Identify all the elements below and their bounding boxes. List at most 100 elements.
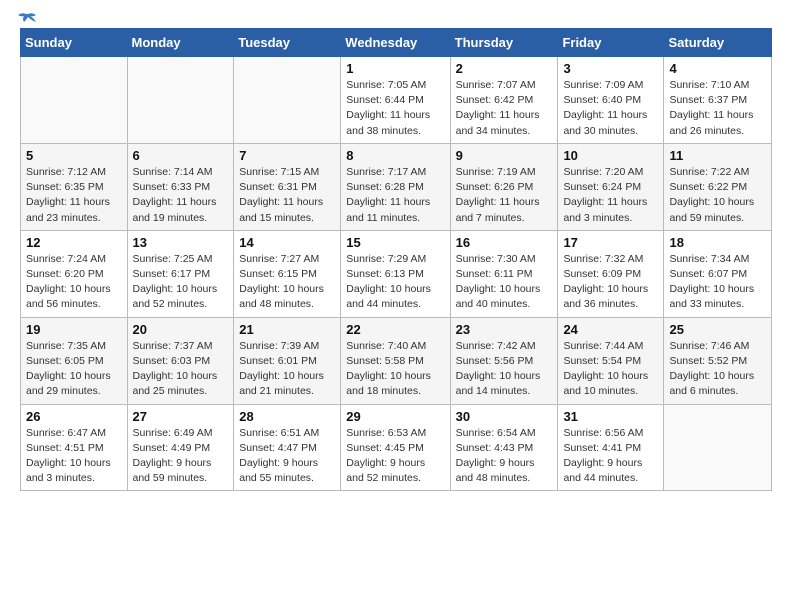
day-info: Sunrise: 7:30 AM Sunset: 6:11 PM Dayligh…	[456, 252, 553, 313]
day-cell: 28 Sunrise: 6:51 AM Sunset: 4:47 PM Dayli…	[234, 404, 341, 491]
calendar-table: SundayMondayTuesdayWednesdayThursdayFrid…	[20, 28, 772, 491]
day-number: 8	[346, 148, 444, 163]
day-cell: 25 Sunrise: 7:46 AM Sunset: 5:52 PM Dayli…	[664, 317, 772, 404]
day-cell: 10 Sunrise: 7:20 AM Sunset: 6:24 PM Dayli…	[558, 143, 664, 230]
day-cell: 4 Sunrise: 7:10 AM Sunset: 6:37 PM Daylig…	[664, 57, 772, 144]
day-info: Sunrise: 7:27 AM Sunset: 6:15 PM Dayligh…	[239, 252, 335, 313]
day-number: 1	[346, 61, 444, 76]
day-cell: 24 Sunrise: 7:44 AM Sunset: 5:54 PM Dayli…	[558, 317, 664, 404]
day-number: 26	[26, 409, 122, 424]
day-number: 24	[563, 322, 658, 337]
day-cell: 3Sunrise: 7:09 AM Sunset: 6:40 PM Daylig…	[558, 57, 664, 144]
day-info: Sunrise: 6:51 AM Sunset: 4:47 PM Dayligh…	[239, 426, 335, 487]
day-cell: 18 Sunrise: 7:34 AM Sunset: 6:07 PM Dayli…	[664, 230, 772, 317]
day-cell: 6Sunrise: 7:14 AM Sunset: 6:33 PM Daylig…	[127, 143, 234, 230]
day-number: 20	[133, 322, 229, 337]
day-number: 11	[669, 148, 766, 163]
day-cell	[127, 57, 234, 144]
day-number: 21	[239, 322, 335, 337]
week-row-1: 1 Sunrise: 7:05 AM Sunset: 6:44 PM Daylig…	[21, 57, 772, 144]
day-cell: 20 Sunrise: 7:37 AM Sunset: 6:03 PM Dayli…	[127, 317, 234, 404]
day-number: 23	[456, 322, 553, 337]
calendar-header: SundayMondayTuesdayWednesdayThursdayFrid…	[21, 29, 772, 57]
day-info: Sunrise: 6:53 AM Sunset: 4:45 PM Dayligh…	[346, 426, 444, 487]
weekday-header-thursday: Thursday	[450, 29, 558, 57]
day-number: 9	[456, 148, 553, 163]
day-number: 5	[26, 148, 122, 163]
weekday-header-tuesday: Tuesday	[234, 29, 341, 57]
day-cell: 2 Sunrise: 7:07 AM Sunset: 6:42 PM Daylig…	[450, 57, 558, 144]
day-info: Sunrise: 7:37 AM Sunset: 6:03 PM Dayligh…	[133, 339, 229, 400]
day-info: Sunrise: 7:12 AM Sunset: 6:35 PM Dayligh…	[26, 165, 122, 226]
header	[20, 18, 772, 20]
day-number: 19	[26, 322, 122, 337]
weekday-header-friday: Friday	[558, 29, 664, 57]
day-cell: 30 Sunrise: 6:54 AM Sunset: 4:43 PM Dayli…	[450, 404, 558, 491]
day-cell	[234, 57, 341, 144]
day-cell: 1 Sunrise: 7:05 AM Sunset: 6:44 PM Daylig…	[341, 57, 450, 144]
day-info: Sunrise: 7:15 AM Sunset: 6:31 PM Dayligh…	[239, 165, 335, 226]
day-cell: 23 Sunrise: 7:42 AM Sunset: 5:56 PM Dayli…	[450, 317, 558, 404]
day-info: Sunrise: 7:20 AM Sunset: 6:24 PM Dayligh…	[563, 165, 658, 226]
day-info: Sunrise: 7:46 AM Sunset: 5:52 PM Dayligh…	[669, 339, 766, 400]
day-cell: 9 Sunrise: 7:19 AM Sunset: 6:26 PM Daylig…	[450, 143, 558, 230]
day-number: 4	[669, 61, 766, 76]
day-number: 25	[669, 322, 766, 337]
day-info: Sunrise: 7:22 AM Sunset: 6:22 PM Dayligh…	[669, 165, 766, 226]
day-cell: 27 Sunrise: 6:49 AM Sunset: 4:49 PM Dayli…	[127, 404, 234, 491]
day-number: 15	[346, 235, 444, 250]
day-cell: 31Sunrise: 6:56 AM Sunset: 4:41 PM Dayli…	[558, 404, 664, 491]
day-info: Sunrise: 7:17 AM Sunset: 6:28 PM Dayligh…	[346, 165, 444, 226]
day-info: Sunrise: 7:42 AM Sunset: 5:56 PM Dayligh…	[456, 339, 553, 400]
logo-bird-icon	[16, 12, 38, 30]
day-cell: 26Sunrise: 6:47 AM Sunset: 4:51 PM Dayli…	[21, 404, 128, 491]
day-cell: 13Sunrise: 7:25 AM Sunset: 6:17 PM Dayli…	[127, 230, 234, 317]
week-row-4: 19 Sunrise: 7:35 AM Sunset: 6:05 PM Dayli…	[21, 317, 772, 404]
day-number: 22	[346, 322, 444, 337]
day-info: Sunrise: 7:09 AM Sunset: 6:40 PM Dayligh…	[563, 78, 658, 139]
weekday-header-saturday: Saturday	[664, 29, 772, 57]
weekday-header-monday: Monday	[127, 29, 234, 57]
day-cell: 14 Sunrise: 7:27 AM Sunset: 6:15 PM Dayli…	[234, 230, 341, 317]
page: SundayMondayTuesdayWednesdayThursdayFrid…	[0, 0, 792, 501]
day-cell: 11 Sunrise: 7:22 AM Sunset: 6:22 PM Dayli…	[664, 143, 772, 230]
day-number: 16	[456, 235, 553, 250]
day-info: Sunrise: 7:40 AM Sunset: 5:58 PM Dayligh…	[346, 339, 444, 400]
day-cell: 16 Sunrise: 7:30 AM Sunset: 6:11 PM Dayli…	[450, 230, 558, 317]
week-row-5: 26Sunrise: 6:47 AM Sunset: 4:51 PM Dayli…	[21, 404, 772, 491]
calendar-body: 1 Sunrise: 7:05 AM Sunset: 6:44 PM Daylig…	[21, 57, 772, 491]
day-number: 18	[669, 235, 766, 250]
day-number: 28	[239, 409, 335, 424]
day-info: Sunrise: 7:35 AM Sunset: 6:05 PM Dayligh…	[26, 339, 122, 400]
day-number: 30	[456, 409, 553, 424]
day-cell: 17 Sunrise: 7:32 AM Sunset: 6:09 PM Dayli…	[558, 230, 664, 317]
weekday-header-wednesday: Wednesday	[341, 29, 450, 57]
day-info: Sunrise: 7:07 AM Sunset: 6:42 PM Dayligh…	[456, 78, 553, 139]
day-cell: 12Sunrise: 7:24 AM Sunset: 6:20 PM Dayli…	[21, 230, 128, 317]
day-info: Sunrise: 7:24 AM Sunset: 6:20 PM Dayligh…	[26, 252, 122, 313]
day-info: Sunrise: 7:34 AM Sunset: 6:07 PM Dayligh…	[669, 252, 766, 313]
day-info: Sunrise: 7:25 AM Sunset: 6:17 PM Dayligh…	[133, 252, 229, 313]
day-info: Sunrise: 7:44 AM Sunset: 5:54 PM Dayligh…	[563, 339, 658, 400]
day-info: Sunrise: 7:19 AM Sunset: 6:26 PM Dayligh…	[456, 165, 553, 226]
day-number: 17	[563, 235, 658, 250]
day-number: 31	[563, 409, 658, 424]
day-info: Sunrise: 7:32 AM Sunset: 6:09 PM Dayligh…	[563, 252, 658, 313]
day-info: Sunrise: 7:05 AM Sunset: 6:44 PM Dayligh…	[346, 78, 444, 139]
day-info: Sunrise: 6:49 AM Sunset: 4:49 PM Dayligh…	[133, 426, 229, 487]
day-cell: 22 Sunrise: 7:40 AM Sunset: 5:58 PM Dayli…	[341, 317, 450, 404]
day-cell: 15Sunrise: 7:29 AM Sunset: 6:13 PM Dayli…	[341, 230, 450, 317]
day-number: 10	[563, 148, 658, 163]
day-number: 14	[239, 235, 335, 250]
day-number: 7	[239, 148, 335, 163]
day-info: Sunrise: 7:10 AM Sunset: 6:37 PM Dayligh…	[669, 78, 766, 139]
day-cell: 5 Sunrise: 7:12 AM Sunset: 6:35 PM Daylig…	[21, 143, 128, 230]
day-cell: 21Sunrise: 7:39 AM Sunset: 6:01 PM Dayli…	[234, 317, 341, 404]
day-number: 27	[133, 409, 229, 424]
day-cell: 29 Sunrise: 6:53 AM Sunset: 4:45 PM Dayli…	[341, 404, 450, 491]
day-number: 29	[346, 409, 444, 424]
day-number: 2	[456, 61, 553, 76]
day-cell: 8 Sunrise: 7:17 AM Sunset: 6:28 PM Daylig…	[341, 143, 450, 230]
week-row-3: 12Sunrise: 7:24 AM Sunset: 6:20 PM Dayli…	[21, 230, 772, 317]
day-info: Sunrise: 6:54 AM Sunset: 4:43 PM Dayligh…	[456, 426, 553, 487]
